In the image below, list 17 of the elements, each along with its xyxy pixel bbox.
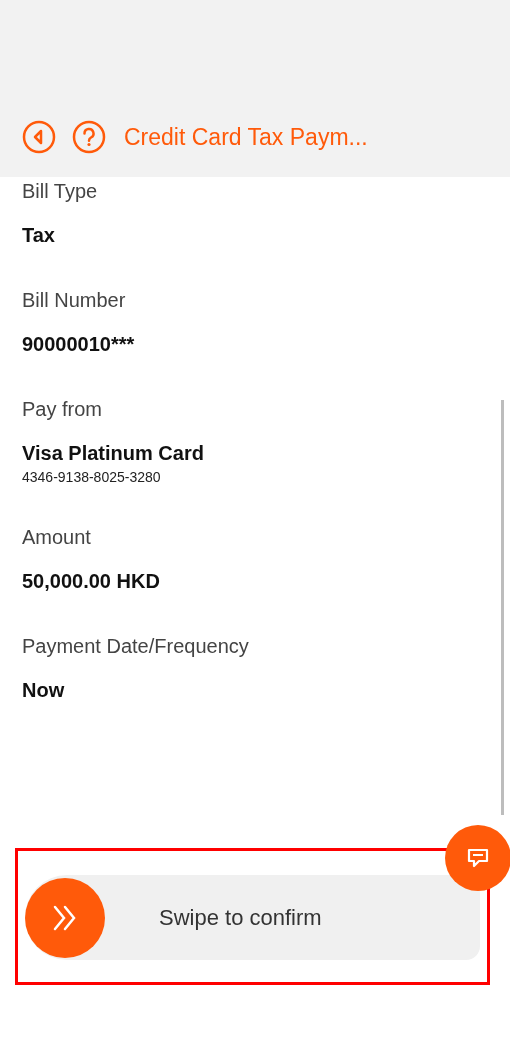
field-label: Amount bbox=[22, 525, 92, 550]
field-label: Pay from bbox=[22, 397, 104, 422]
back-icon[interactable] bbox=[22, 120, 56, 154]
field-label: Bill Type bbox=[22, 179, 99, 204]
field-value: Tax bbox=[22, 223, 56, 248]
field-label: Bill Number bbox=[22, 288, 127, 313]
field-value: 90000010*** bbox=[22, 332, 136, 357]
swipe-label: Swipe to confirm bbox=[159, 904, 322, 932]
field-label: Payment Date/Frequency bbox=[22, 634, 250, 659]
field-value: Visa Platinum Card bbox=[22, 441, 205, 466]
card-number: 4346-9138-8025-3280 bbox=[22, 468, 162, 486]
help-icon[interactable] bbox=[72, 120, 106, 154]
field-value: 50,000.00 HKD bbox=[22, 569, 161, 594]
field-value: Now bbox=[22, 678, 66, 703]
chevrons-icon bbox=[52, 903, 78, 932]
swipe-track[interactable]: Swipe to confirm bbox=[25, 875, 480, 960]
page-title: Credit Card Tax Paym... bbox=[124, 123, 368, 152]
